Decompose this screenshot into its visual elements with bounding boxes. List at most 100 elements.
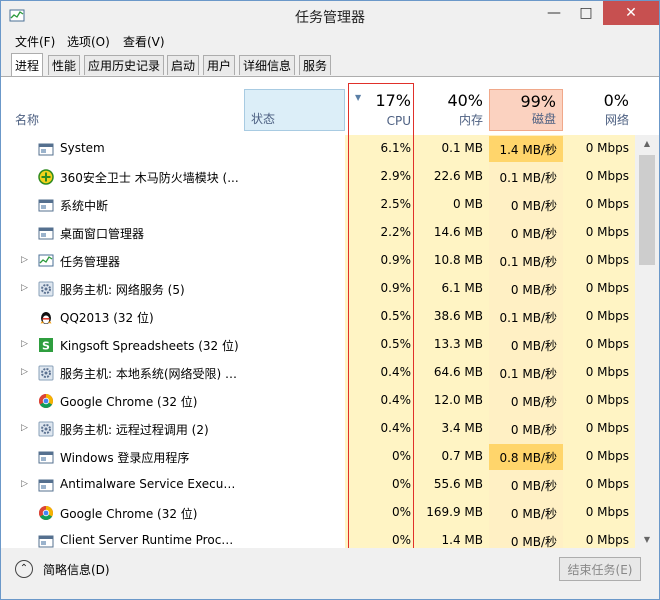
tab-services[interactable]: 服务 — [299, 55, 332, 75]
window-icon — [38, 141, 54, 157]
process-row[interactable]: Windows 登录应用程序 0% 0.7 MB 0.8 MB/秒 0 Mbps — [1, 443, 635, 471]
menu-view[interactable]: 查看(V) — [123, 33, 165, 50]
process-memory: 38.6 MB — [433, 309, 483, 323]
expand-arrow-icon[interactable]: ▷ — [21, 367, 28, 377]
title-bar[interactable]: 任务管理器 — □ ✕ — [1, 1, 659, 31]
fewer-details-link[interactable]: 简略信息(D) — [43, 561, 110, 578]
process-network: 0 Mbps — [585, 197, 629, 211]
expand-arrow-icon[interactable]: ▷ — [21, 479, 28, 489]
process-name: QQ2013 (32 位) — [60, 311, 154, 325]
process-disk: 0 MB/秒 — [510, 227, 557, 241]
process-memory: 55.6 MB — [433, 477, 483, 491]
network-total-percent: 0% — [603, 91, 629, 110]
tab-details[interactable]: 详细信息 — [239, 55, 296, 75]
process-name: 服务主机: 本地系统(网络受限) (7) — [60, 367, 240, 381]
end-task-button[interactable]: 结束任务(E) — [559, 557, 641, 581]
process-name: 服务主机: 远程过程调用 (2) — [60, 423, 209, 437]
process-name: Google Chrome (32 位) — [60, 395, 198, 409]
close-button[interactable]: ✕ — [603, 1, 659, 25]
menu-options[interactable]: 选项(O) — [67, 33, 110, 50]
menu-bar: 文件(F) 选项(O) 查看(V) — [1, 31, 659, 51]
process-memory: 22.6 MB — [433, 169, 483, 183]
tab-performance[interactable]: 性能 — [48, 55, 81, 75]
process-row[interactable]: 桌面窗口管理器 2.2% 14.6 MB 0 MB/秒 0 Mbps — [1, 219, 635, 247]
process-list-panel: 名称 状态 ▼ 17% CPU 40% 内存 99% 磁盘 0% 网络 Syst… — [1, 76, 659, 548]
process-name: Client Server Runtime Process — [60, 533, 240, 547]
process-disk: 0 MB/秒 — [510, 395, 557, 409]
column-header-status[interactable]: 状态 — [244, 89, 345, 131]
tab-processes[interactable]: 进程 — [11, 53, 44, 77]
column-header-memory[interactable]: 40% 内存 — [417, 89, 489, 131]
process-name: 服务主机: 网络服务 (5) — [60, 283, 185, 297]
scroll-down-arrow-icon[interactable]: ▼ — [635, 531, 659, 548]
scroll-up-arrow-icon[interactable]: ▲ — [635, 135, 659, 152]
process-disk: 0.1 MB/秒 — [499, 311, 557, 325]
gear-icon — [38, 365, 54, 381]
process-row[interactable]: ▷ 服务主机: 网络服务 (5) 0.9% 6.1 MB 0 MB/秒 0 Mbps — [1, 275, 635, 303]
process-name: Antimalware Service Executa... — [60, 477, 240, 491]
maximize-button[interactable]: □ — [571, 1, 601, 25]
scrollbar-thumb[interactable] — [639, 155, 655, 265]
process-row[interactable]: ▷ 服务主机: 本地系统(网络受限) (7) 0.4% 64.6 MB 0.1 MB/秒… — [1, 359, 635, 387]
column-name-label: 名称 — [15, 113, 40, 127]
tab-app-history[interactable]: 应用历史记录 — [84, 55, 165, 75]
column-network-label: 网络 — [604, 113, 629, 127]
process-name: 任务管理器 — [60, 255, 121, 269]
process-row[interactable]: Google Chrome (32 位) 0% 169.9 MB 0 MB/秒 0 Mb… — [1, 499, 635, 527]
window-icon — [38, 477, 54, 493]
collapse-up-icon[interactable]: ⌃ — [15, 560, 33, 578]
vertical-scrollbar[interactable]: ▲ ▼ — [635, 135, 659, 548]
column-header-disk[interactable]: 99% 磁盘 — [489, 89, 563, 131]
process-network: 0 Mbps — [585, 309, 629, 323]
column-header-network[interactable]: 0% 网络 — [563, 89, 635, 131]
gear-icon — [38, 281, 54, 297]
svg-text:S: S — [42, 340, 50, 353]
process-disk: 0 MB/秒 — [510, 339, 557, 353]
process-disk: 0.1 MB/秒 — [499, 367, 557, 381]
process-disk: 0.1 MB/秒 — [499, 171, 557, 185]
process-disk: 1.4 MB/秒 — [499, 143, 557, 157]
process-row[interactable]: ▷ 服务主机: 远程过程调用 (2) 0.4% 3.4 MB 0 MB/秒 0 Mbps — [1, 415, 635, 443]
process-row[interactable]: Google Chrome (32 位) 0.4% 12.0 MB 0 MB/秒 0 M… — [1, 387, 635, 415]
gear-icon — [38, 421, 54, 437]
process-row[interactable]: System 6.1% 0.1 MB 1.4 MB/秒 0 Mbps — [1, 135, 635, 163]
process-network: 0 Mbps — [585, 281, 629, 295]
expand-arrow-icon[interactable]: ▷ — [21, 339, 28, 349]
disk-total-percent: 99% — [520, 92, 556, 111]
process-memory: 13.3 MB — [433, 337, 483, 351]
tab-users[interactable]: 用户 — [203, 55, 236, 75]
process-row[interactable]: ▷ Antimalware Service Executa... 0% 55.6 MB… — [1, 471, 635, 499]
column-disk-label: 磁盘 — [531, 112, 556, 126]
process-network: 0 Mbps — [585, 449, 629, 463]
process-row[interactable]: 系统中断 2.5% 0 MB 0 MB/秒 0 Mbps — [1, 191, 635, 219]
process-network: 0 Mbps — [585, 365, 629, 379]
menu-file[interactable]: 文件(F) — [15, 33, 55, 50]
chrome-icon — [38, 505, 54, 521]
process-row[interactable]: ▷ 任务管理器 0.9% 10.8 MB 0.1 MB/秒 0 Mbps — [1, 247, 635, 275]
process-network: 0 Mbps — [585, 337, 629, 351]
window-icon — [38, 197, 54, 213]
process-network: 0 Mbps — [585, 141, 629, 155]
process-row[interactable]: Client Server Runtime Process 0% 1.4 MB 0 M… — [1, 527, 635, 548]
minimize-button[interactable]: — — [539, 1, 569, 25]
task-manager-icon — [38, 253, 54, 269]
footer-bar: ⌃ 简略信息(D) 结束任务(E) — [1, 548, 659, 599]
cpu-column-highlight-box — [348, 83, 414, 549]
window-icon — [38, 449, 54, 465]
expand-arrow-icon[interactable]: ▷ — [21, 423, 28, 433]
process-disk: 0 MB/秒 — [510, 199, 557, 213]
process-name: 360安全卫士 木马防火墙模块 (... — [60, 171, 239, 185]
process-name: Windows 登录应用程序 — [60, 451, 190, 465]
tab-startup[interactable]: 启动 — [167, 55, 200, 75]
process-disk: 0.1 MB/秒 — [499, 255, 557, 269]
process-row[interactable]: ▷ S Kingsoft Spreadsheets (32 位) 0.5% 13.3 M… — [1, 331, 635, 359]
window-icon — [38, 225, 54, 241]
process-rows: System 6.1% 0.1 MB 1.4 MB/秒 0 Mbps 360安全卫士 木马… — [1, 135, 635, 548]
column-header-name[interactable]: 名称 — [1, 89, 244, 131]
process-row[interactable]: 360安全卫士 木马防火墙模块 (... 2.9% 22.6 MB 0.1 MB/秒 0… — [1, 163, 635, 191]
process-row[interactable]: QQ2013 (32 位) 0.5% 38.6 MB 0.1 MB/秒 0 Mbps — [1, 303, 635, 331]
process-network: 0 Mbps — [585, 393, 629, 407]
chrome-icon — [38, 393, 54, 409]
expand-arrow-icon[interactable]: ▷ — [21, 283, 28, 293]
expand-arrow-icon[interactable]: ▷ — [21, 255, 28, 265]
